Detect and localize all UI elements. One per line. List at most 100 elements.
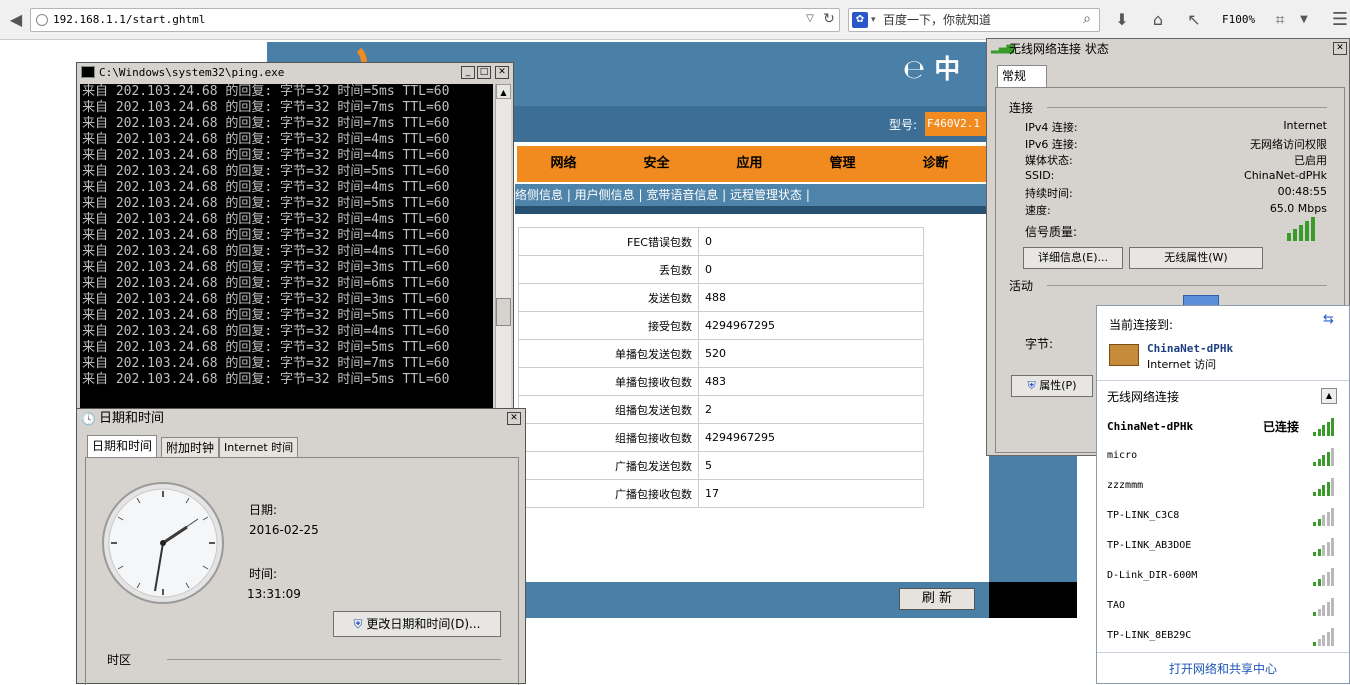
wifi-signal-bar: [1326, 571, 1330, 586]
refresh-networks-icon[interactable]: ⇆: [1323, 312, 1334, 327]
stats-label: 接受包数: [518, 311, 699, 340]
collapse-icon[interactable]: ▲: [1321, 388, 1337, 404]
search-bar[interactable]: ✿ ▾ 百度一下，你就知道 ⌕: [848, 8, 1100, 32]
wifi-signal-bar: [1326, 511, 1330, 526]
home-icon[interactable]: ⌂: [1148, 8, 1168, 32]
wifi-signal-bar: [1326, 481, 1330, 496]
open-network-center-link[interactable]: 打开网络和共享中心: [1097, 652, 1349, 684]
console-scrollbar[interactable]: ▲: [495, 84, 511, 408]
menu-dropdown-icon[interactable]: ▼: [1296, 8, 1312, 32]
download-icon[interactable]: ⬇: [1112, 8, 1132, 32]
close-icon[interactable]: ✕: [507, 412, 521, 425]
wifi-signal-bar: [1322, 425, 1325, 436]
search-icon[interactable]: ⌕: [1079, 7, 1095, 31]
crop-icon[interactable]: ⌗: [1270, 8, 1290, 32]
cursor-icon[interactable]: ↖: [1184, 8, 1204, 32]
nav-security[interactable]: 安全: [610, 146, 703, 182]
wifi-network-item[interactable]: micro: [1097, 448, 1349, 474]
tab-general[interactable]: 常规: [997, 65, 1047, 87]
stats-row: 组播包接收包数 4294967295: [518, 423, 924, 452]
stats-row: 丢包数 0: [518, 255, 924, 284]
zoom-level[interactable]: F100%: [1222, 9, 1255, 31]
engine-dropdown-icon[interactable]: ▾: [871, 11, 876, 29]
address-bar[interactable]: 192.168.1.1/start.ghtml ▽ ↻: [30, 8, 840, 32]
datetime-titlebar: 🕓 日期和时间 ✕: [77, 409, 525, 429]
url-text: 192.168.1.1/start.ghtml: [53, 13, 206, 26]
time-label: 时间:: [249, 567, 278, 581]
stats-label: 丢包数: [518, 255, 699, 284]
bench-icon: [1109, 344, 1139, 366]
wifi-signal-icon: [1313, 628, 1335, 646]
tab-internet-time[interactable]: Internet 时间: [219, 437, 299, 457]
connection-label: 连接: [1009, 101, 1034, 115]
console-line: 来自 202.103.24.68 的回复: 字节=32 时间=4ms TTL=6…: [82, 212, 450, 227]
nav-management[interactable]: 管理: [796, 146, 889, 182]
properties-button[interactable]: ⛨ 属性(P): [1011, 375, 1093, 397]
refresh-button[interactable]: 刷 新: [899, 588, 975, 610]
wireless-properties-button[interactable]: 无线属性(W): [1129, 247, 1263, 269]
console-line: 来自 202.103.24.68 的回复: 字节=32 时间=3ms TTL=6…: [82, 292, 450, 307]
wifi-signal-bar: [1317, 458, 1321, 466]
search-input[interactable]: 百度一下，你就知道: [883, 9, 991, 31]
wifi-signal-bar: [1322, 635, 1325, 646]
back-icon[interactable]: ◀: [6, 8, 26, 32]
minimize-icon[interactable]: _: [461, 66, 475, 79]
console-line: 来自 202.103.24.68 的回复: 字节=32 时间=4ms TTL=6…: [82, 244, 450, 259]
stats-value: 17: [698, 479, 924, 508]
wifi-network-item[interactable]: TAO: [1097, 598, 1349, 624]
wifi-signal-bar: [1313, 492, 1316, 496]
wifi-signal-bar: [1331, 538, 1334, 556]
wifi-signal-bar: [1331, 448, 1334, 466]
console-line: 来自 202.103.24.68 的回复: 字节=32 时间=5ms TTL=6…: [82, 164, 450, 179]
clock-icon: 🕓: [81, 412, 96, 426]
stats-label: FEC错误包数: [518, 227, 699, 256]
change-datetime-button[interactable]: ⛨ 更改日期和时间(D)...: [333, 611, 501, 637]
scroll-thumb[interactable]: [496, 298, 511, 326]
wifi-signal-bar: [1313, 432, 1316, 436]
tab-date-time[interactable]: 日期和时间: [87, 435, 158, 457]
wifi-network-item[interactable]: D-Link_DIR-600M: [1097, 568, 1349, 594]
flyout-current: 当前连接到: ⇆ ChinaNet-dPHk Internet 访问: [1097, 306, 1349, 380]
maximize-icon[interactable]: □: [477, 66, 491, 79]
shield-icon: ⛨: [1027, 379, 1036, 392]
console-line: 来自 202.103.24.68 的回复: 字节=32 时间=4ms TTL=6…: [82, 228, 450, 243]
console-line: 来自 202.103.24.68 的回复: 字节=32 时间=5ms TTL=6…: [82, 84, 450, 99]
nav-application[interactable]: 应用: [703, 146, 796, 182]
details-button[interactable]: 详细信息(E)...: [1023, 247, 1123, 269]
wifi-network-item[interactable]: TP-LINK_8EB29C: [1097, 628, 1349, 654]
ws-field-label: IPv6 连接:: [1025, 137, 1078, 151]
nav-network[interactable]: 网络: [517, 146, 610, 182]
dropdown-icon[interactable]: ▽: [803, 7, 817, 31]
router-subnav[interactable]: 络侧信息 | 用户侧信息 | 宽带语音信息 | 远程管理状态 |: [515, 184, 989, 206]
reload-icon[interactable]: ↻: [821, 7, 837, 31]
scroll-up-icon[interactable]: ▲: [496, 84, 511, 99]
wifi-signal-bar: [1322, 485, 1325, 496]
subnav-shadow: [515, 206, 989, 214]
time-value: 13:31:09: [247, 587, 301, 601]
wifi-network-item[interactable]: ChinaNet-dPHk 已连接: [1097, 418, 1349, 444]
ws-titlebar: ▂▄▆ 无线网络连接 状态 ✕: [987, 39, 1349, 59]
stats-value: 0: [698, 227, 924, 256]
date-value: 2016-02-25: [249, 523, 319, 537]
wifi-network-item[interactable]: zzzmmm: [1097, 478, 1349, 504]
close-icon[interactable]: ✕: [495, 66, 509, 79]
signal-quality-label: 信号质量:: [1025, 225, 1078, 239]
wifi-network-item[interactable]: TP-LINK_C3C8: [1097, 508, 1349, 534]
tab-additional-clocks[interactable]: 附加时钟: [161, 437, 220, 457]
stats-value: 0: [698, 255, 924, 284]
router-nav: 网络 安全 应用 管理 诊断: [517, 146, 989, 182]
wifi-signal-bar: [1326, 601, 1330, 616]
console-line: 来自 202.103.24.68 的回复: 字节=32 时间=7ms TTL=6…: [82, 116, 450, 131]
hamburger-menu-icon[interactable]: ☰: [1330, 8, 1350, 32]
wifi-network-name: D-Link_DIR-600M: [1107, 570, 1198, 581]
wifi-network-item[interactable]: TP-LINK_AB3DOE: [1097, 538, 1349, 564]
stats-label: 组播包接收包数: [518, 423, 699, 452]
change-datetime-label: 更改日期和时间(D)...: [366, 617, 481, 631]
wifi-signal-bar: [1326, 451, 1330, 466]
console-line: 来自 202.103.24.68 的回复: 字节=32 时间=4ms TTL=6…: [82, 132, 450, 147]
nav-diagnosis[interactable]: 诊断: [889, 146, 982, 182]
wifi-signal-bar: [1313, 642, 1316, 646]
close-icon[interactable]: ✕: [1333, 42, 1347, 55]
stats-row: 组播包发送包数 2: [518, 395, 924, 424]
wifi-signal-bar: [1322, 455, 1325, 466]
